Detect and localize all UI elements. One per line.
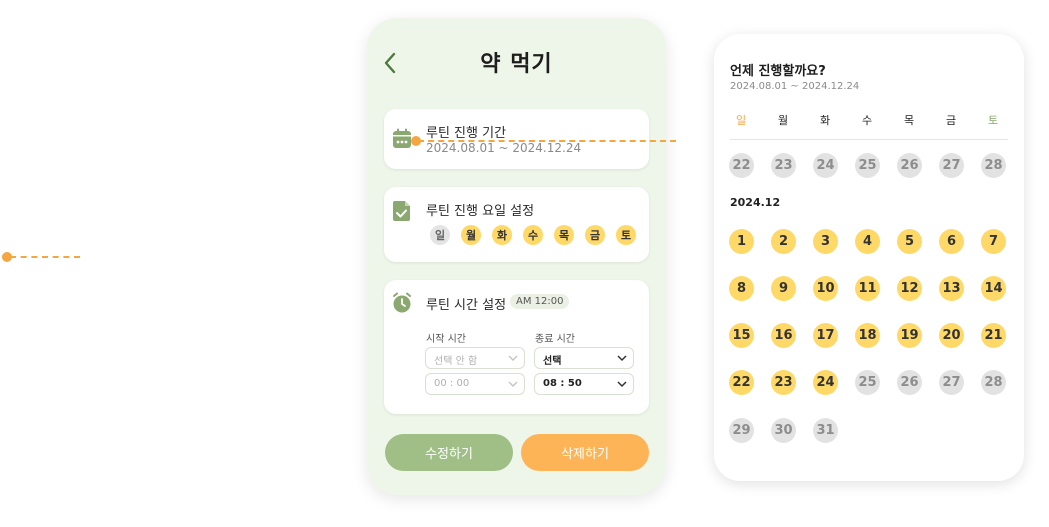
calendar-title: 언제 진행할까요? (730, 64, 826, 79)
calendar-day[interactable]: 30 (771, 418, 796, 443)
routine-time-label: 루틴 시간 설정 (426, 298, 507, 313)
day-toggle-sat[interactable]: 토 (616, 225, 636, 245)
calendar-day[interactable]: 25 (855, 370, 880, 395)
start-time-select[interactable]: 00 : 00 (425, 373, 525, 395)
routine-time-card: 루틴 시간 설정 AM 12:00 시작 시간 종료 시간 선택 안 함 00 … (384, 280, 649, 414)
connector-line-left (10, 256, 80, 258)
day-toggle-thu[interactable]: 목 (554, 225, 574, 245)
alarm-clock-icon (392, 292, 412, 314)
calendar-day[interactable]: 24 (813, 370, 838, 395)
weekday-selector: 일 월 화 수 목 금 토 (430, 225, 636, 245)
chevron-down-icon (617, 355, 627, 362)
routine-period-value: 2024.08.01 ~ 2024.12.24 (426, 141, 582, 155)
calendar-day[interactable]: 28 (981, 153, 1006, 178)
calendar-day[interactable]: 13 (939, 276, 964, 301)
calendar-day[interactable]: 26 (897, 153, 922, 178)
calendar-day[interactable]: 8 (729, 276, 754, 301)
calendar-day[interactable]: 27 (939, 370, 964, 395)
calendar-day[interactable]: 26 (897, 370, 922, 395)
calendar-range: 2024.08.01 ~ 2024.12.24 (730, 81, 860, 92)
document-check-icon (392, 200, 412, 222)
weekday-label: 수 (861, 114, 873, 127)
weekday-label: 금 (945, 114, 957, 127)
weekday-label: 화 (819, 114, 831, 127)
calendar-day[interactable]: 9 (771, 276, 796, 301)
calendar-day[interactable]: 16 (771, 323, 796, 348)
chevron-down-icon (617, 381, 627, 388)
calendar-day[interactable]: 23 (771, 153, 796, 178)
weekday-label: 일 (735, 114, 747, 127)
delete-button[interactable]: 삭제하기 (521, 434, 649, 471)
time-badge: AM 12:00 (510, 294, 570, 309)
calendar-day[interactable]: 1 (729, 229, 754, 254)
calendar-day[interactable]: 15 (729, 323, 754, 348)
start-time-label: 시작 시간 (426, 334, 466, 345)
calendar-day[interactable]: 4 (855, 229, 880, 254)
start-option-value: 선택 안 함 (434, 356, 478, 367)
calendar-day[interactable]: 14 (981, 276, 1006, 301)
calendar-day[interactable]: 10 (813, 276, 838, 301)
calendar-day[interactable]: 22 (729, 370, 754, 395)
calendar-day[interactable]: 20 (939, 323, 964, 348)
end-option-value: 선택 (543, 356, 562, 367)
calendar-day[interactable]: 31 (813, 418, 838, 443)
routine-days-label: 루틴 진행 요일 설정 (426, 204, 535, 219)
day-toggle-wed[interactable]: 수 (523, 225, 543, 245)
calendar-day[interactable]: 22 (729, 153, 754, 178)
calendar-day[interactable]: 11 (855, 276, 880, 301)
day-toggle-tue[interactable]: 화 (492, 225, 512, 245)
calendar-day[interactable]: 25 (855, 153, 880, 178)
weekday-label: 토 (987, 114, 999, 127)
edit-button[interactable]: 수정하기 (385, 434, 513, 471)
calendar-divider (730, 139, 1008, 140)
month-label: 2024.12 (730, 196, 781, 209)
start-time-value: 00 : 00 (434, 378, 470, 389)
calendar-day[interactable]: 18 (855, 323, 880, 348)
chevron-down-icon (508, 381, 518, 387)
calendar-day[interactable]: 28 (981, 370, 1006, 395)
calendar-day[interactable]: 17 (813, 323, 838, 348)
calendar-day[interactable]: 29 (729, 418, 754, 443)
calendar-day[interactable]: 5 (897, 229, 922, 254)
routine-period-card[interactable]: 루틴 진행 기간 2024.08.01 ~ 2024.12.24 (384, 109, 649, 169)
calendar-icon (392, 128, 412, 150)
calendar-day[interactable]: 12 (897, 276, 922, 301)
day-toggle-sun[interactable]: 일 (430, 225, 450, 245)
calendar-day[interactable]: 19 (897, 323, 922, 348)
end-option-select[interactable]: 선택 (534, 347, 634, 369)
date-range-calendar: 언제 진행할까요? 2024.08.01 ~ 2024.12.24 일 월 화 수 목 금… (714, 34, 1024, 481)
calendar-day[interactable]: 3 (813, 229, 838, 254)
calendar-day[interactable]: 24 (813, 153, 838, 178)
calendar-day[interactable]: 27 (939, 153, 964, 178)
calendar-day[interactable]: 2 (771, 229, 796, 254)
page-title: 약 먹기 (480, 52, 553, 77)
calendar-day[interactable]: 7 (981, 229, 1006, 254)
calendar-day[interactable]: 23 (771, 370, 796, 395)
day-toggle-fri[interactable]: 금 (585, 225, 605, 245)
routine-period-label: 루틴 진행 기간 (426, 126, 507, 141)
end-time-label: 종료 시간 (535, 334, 575, 345)
calendar-day[interactable]: 6 (939, 229, 964, 254)
day-toggle-mon[interactable]: 월 (461, 225, 481, 245)
end-time-select[interactable]: 08 : 50 (534, 373, 634, 395)
routine-days-card: 루틴 진행 요일 설정 일 월 화 수 목 금 토 (384, 187, 649, 262)
phone-screen: 약 먹기 루틴 진행 기간 2024.08.01 ~ 2024.12.24 루틴… (367, 18, 666, 495)
end-time-value: 08 : 50 (543, 378, 582, 389)
start-option-select[interactable]: 선택 안 함 (425, 347, 525, 369)
calendar-day[interactable]: 21 (981, 323, 1006, 348)
connector-line-period (418, 140, 676, 142)
weekday-label: 목 (903, 114, 915, 127)
weekday-label: 월 (777, 114, 789, 127)
chevron-down-icon (508, 355, 518, 361)
